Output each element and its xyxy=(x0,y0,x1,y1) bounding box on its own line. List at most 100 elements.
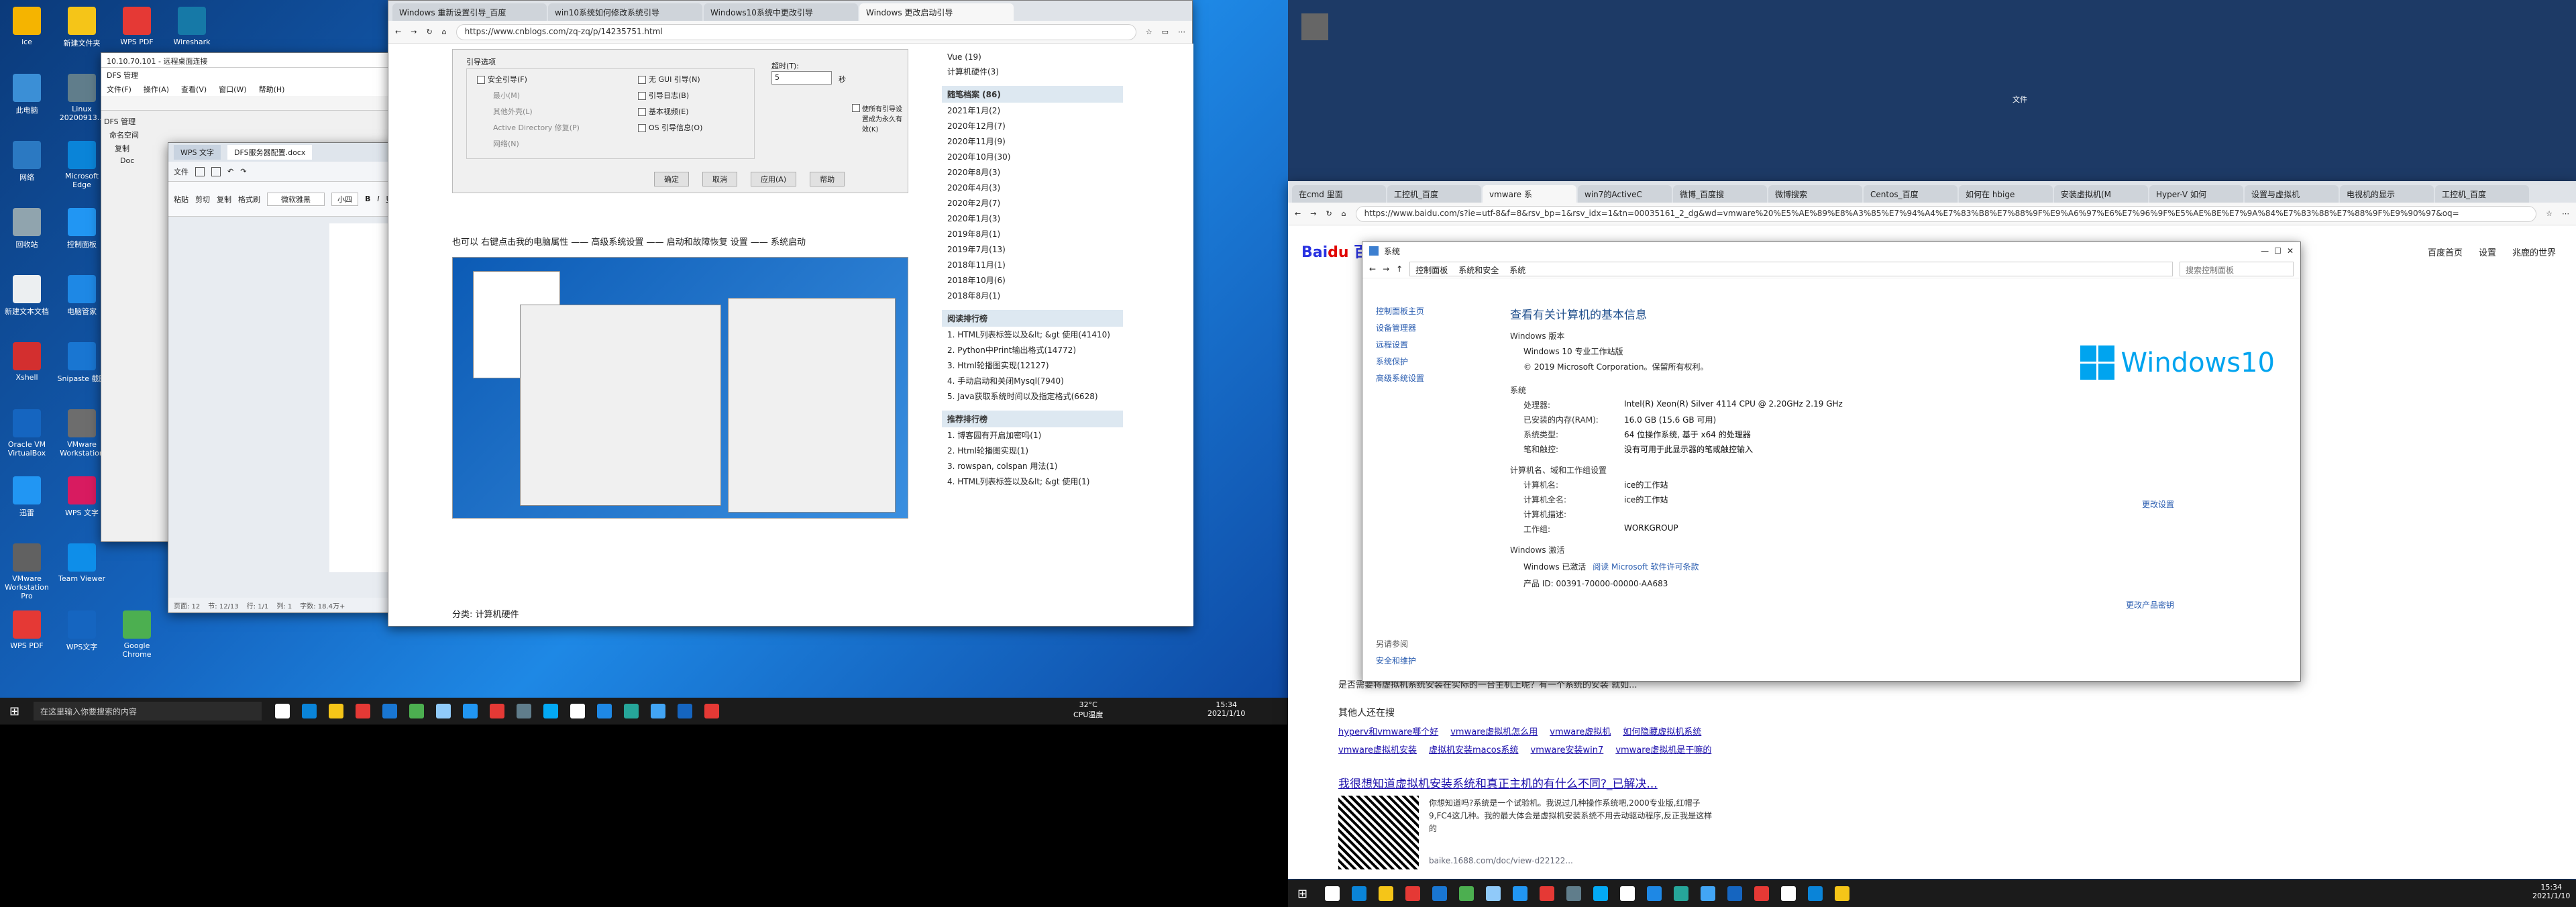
refresh-icon[interactable]: ↻ xyxy=(426,28,432,36)
related-search-link[interactable]: 如何隐藏虚拟机系统 xyxy=(1623,725,1701,737)
browser-tab[interactable]: Windows10系统中更改引导 xyxy=(704,3,858,21)
clock-time[interactable]: 15:34 xyxy=(1208,700,1245,709)
desktop-icon[interactable]: 回收站 xyxy=(0,208,54,250)
help-button[interactable]: 帮助 xyxy=(810,172,845,186)
browser-tab[interactable]: 工控机_百度 xyxy=(1387,185,1481,203)
taskbar-app-icon[interactable] xyxy=(678,704,692,718)
taskbar-app-icon[interactable] xyxy=(704,704,719,718)
ok-button[interactable]: 确定 xyxy=(654,172,689,186)
archive-link[interactable]: 2021年1月(2) xyxy=(942,103,1123,118)
forward-icon[interactable]: → xyxy=(1310,209,1316,218)
size-select[interactable]: 小四 xyxy=(331,192,358,206)
taskbar-app-icon[interactable] xyxy=(543,704,558,718)
taskbar-app-icon[interactable] xyxy=(1325,886,1340,901)
desktop-icon[interactable]: WPS文字 xyxy=(55,610,109,652)
browser-tab[interactable]: 如何在 hbige xyxy=(1959,185,2053,203)
taskbar-app-icon[interactable] xyxy=(409,704,424,718)
desktop-icon[interactable]: 网络 xyxy=(0,141,54,182)
timeout-input[interactable]: 5 xyxy=(771,71,832,85)
taskbar-app-icon[interactable] xyxy=(275,704,290,718)
browser-tab[interactable]: 工控机_百度 xyxy=(2435,185,2529,203)
archive-link[interactable]: 2020年8月(3) xyxy=(942,164,1123,180)
minimize-icon[interactable]: — xyxy=(2261,246,2269,256)
license-link[interactable]: 阅读 Microsoft 软件许可条款 xyxy=(1593,562,1699,572)
alt-shell-radio[interactable]: 其他外壳(L) xyxy=(493,106,533,117)
desktop-icon[interactable]: ice xyxy=(0,7,54,46)
clock-time-2[interactable]: 15:34 xyxy=(2532,883,2570,892)
recommended-link[interactable]: 1. 博客园有开启加密吗(1) xyxy=(942,427,1123,443)
taskbar-search[interactable]: 在这里输入你要搜索的内容 xyxy=(34,702,262,721)
most-read-link[interactable]: 4. 手动启动和关闭Mysql(7940) xyxy=(942,373,1123,388)
ad-repair-radio[interactable]: Active Directory 修复(P) xyxy=(493,122,580,133)
archive-link[interactable]: 2018年10月(6) xyxy=(942,272,1123,288)
taskbar-app-icon[interactable] xyxy=(1808,886,1823,901)
taskbar-app-icon[interactable] xyxy=(1647,886,1662,901)
desktop-icon[interactable]: 迅雷 xyxy=(0,476,54,518)
breadcrumb-item-security[interactable]: 系统和安全 xyxy=(1458,264,1499,275)
result-title[interactable]: 我很想知道虚拟机安装系统和真正主机的有什么不同?_已解决... xyxy=(1338,774,1658,791)
archive-link[interactable]: 2020年12月(7) xyxy=(942,118,1123,134)
most-read-link[interactable]: 1. HTML列表标签以及&lt; &gt 使用(41410) xyxy=(942,327,1123,342)
taskbar-app-icon[interactable] xyxy=(1674,886,1688,901)
archive-link[interactable]: 2019年7月(13) xyxy=(942,242,1123,257)
taskbar-app-icon[interactable] xyxy=(651,704,665,718)
dfs-menu-item[interactable]: 查看(V) xyxy=(181,84,207,94)
dfs-tree-item[interactable]: 复制 xyxy=(104,142,171,155)
desktop-label[interactable]: 文件 xyxy=(2012,94,2027,105)
related-search-link[interactable]: vmware虚拟机 xyxy=(1550,725,1611,737)
save-icon[interactable] xyxy=(195,166,205,176)
browser-tab[interactable]: 微博搜索 xyxy=(1768,185,1862,203)
browser-tab[interactable]: vmware 系 xyxy=(1483,185,1576,203)
os-info-checkbox[interactable] xyxy=(638,124,646,132)
paste-button[interactable]: 粘贴 xyxy=(174,194,189,205)
desktop-icon[interactable]: VMware Workstation Pro xyxy=(0,543,54,600)
related-search-link[interactable]: 虚拟机安装macos系统 xyxy=(1429,743,1519,755)
italic-button[interactable]: I xyxy=(377,195,379,203)
breadcrumb-item-system[interactable]: 系统 xyxy=(1509,264,1525,275)
menu-icon[interactable]: ⋯ xyxy=(2562,209,2569,218)
browser-tab[interactable]: 电视机的显示 xyxy=(2340,185,2434,203)
desktop-icon[interactable]: WPS PDF xyxy=(0,610,54,650)
dfs-menu-item[interactable]: 操作(A) xyxy=(144,84,169,94)
related-search-link[interactable]: vmware虚拟机安装 xyxy=(1338,743,1417,755)
start-button[interactable]: ⊞ xyxy=(1297,887,1307,901)
change-product-key-link[interactable]: 更改产品密钥 xyxy=(2126,599,2174,610)
control-panel-search[interactable]: 搜索控制面板 xyxy=(2180,261,2294,276)
start-button[interactable]: ⊞ xyxy=(9,704,19,718)
archive-link[interactable]: 2020年10月(30) xyxy=(942,149,1123,164)
taskbar-app-icon[interactable] xyxy=(570,704,585,718)
related-search-link[interactable]: vmware虚拟机怎么用 xyxy=(1450,725,1538,737)
favorite-icon[interactable]: ☆ xyxy=(1146,28,1152,36)
browser-tab[interactable]: Windows 更改启动引导 xyxy=(859,3,1014,21)
network-radio[interactable]: 网络(N) xyxy=(493,138,519,149)
desktop-icon[interactable]: Xshell xyxy=(0,342,54,382)
archive-link[interactable]: 2018年8月(1) xyxy=(942,288,1123,303)
back-icon[interactable]: ← xyxy=(1295,209,1301,218)
taskbar-app-icon[interactable] xyxy=(1701,886,1715,901)
up-icon[interactable]: ↑ xyxy=(1396,264,1403,274)
archive-link[interactable]: 2019年8月(1) xyxy=(942,226,1123,242)
taskbar-app-icon[interactable] xyxy=(1432,886,1447,901)
taskbar-app-icon[interactable] xyxy=(1593,886,1608,901)
wps-tab-doc[interactable]: DFS服务器配置.docx xyxy=(227,145,313,160)
most-read-link[interactable]: 2. Python中Print输出格式(14772) xyxy=(942,342,1123,358)
taskbar-app-icon[interactable] xyxy=(1405,886,1420,901)
taskbar-app-icon[interactable] xyxy=(1620,886,1635,901)
font-select[interactable]: 微软雅黑 xyxy=(267,192,325,206)
dfs-menu-item[interactable]: 文件(F) xyxy=(107,84,131,94)
desktop-icon[interactable]: 新建文本文档 xyxy=(0,275,54,317)
format-painter-button[interactable]: 格式刷 xyxy=(238,194,260,205)
taskbar-app-icon[interactable] xyxy=(1379,886,1393,901)
base-video-checkbox[interactable] xyxy=(638,108,646,116)
result-url[interactable]: baike.1688.com/doc/view-d22122... xyxy=(1429,856,1573,865)
taskbar-app-icon[interactable] xyxy=(356,704,370,718)
browser-tab[interactable]: win7的ActiveC xyxy=(1578,185,1672,203)
minimal-radio[interactable]: 最小(M) xyxy=(493,90,520,101)
taskbar-app-icon[interactable] xyxy=(382,704,397,718)
archive-link[interactable]: 2018年11月(1) xyxy=(942,257,1123,272)
taskbar-app-icon[interactable] xyxy=(1727,886,1742,901)
browser-tab[interactable]: win10系统如何修改系统引导 xyxy=(548,3,702,21)
taskbar-app-icon[interactable] xyxy=(329,704,343,718)
archive-link[interactable]: 2020年11月(9) xyxy=(942,134,1123,149)
dfs-tree-item[interactable]: 命名空间 xyxy=(104,128,171,142)
